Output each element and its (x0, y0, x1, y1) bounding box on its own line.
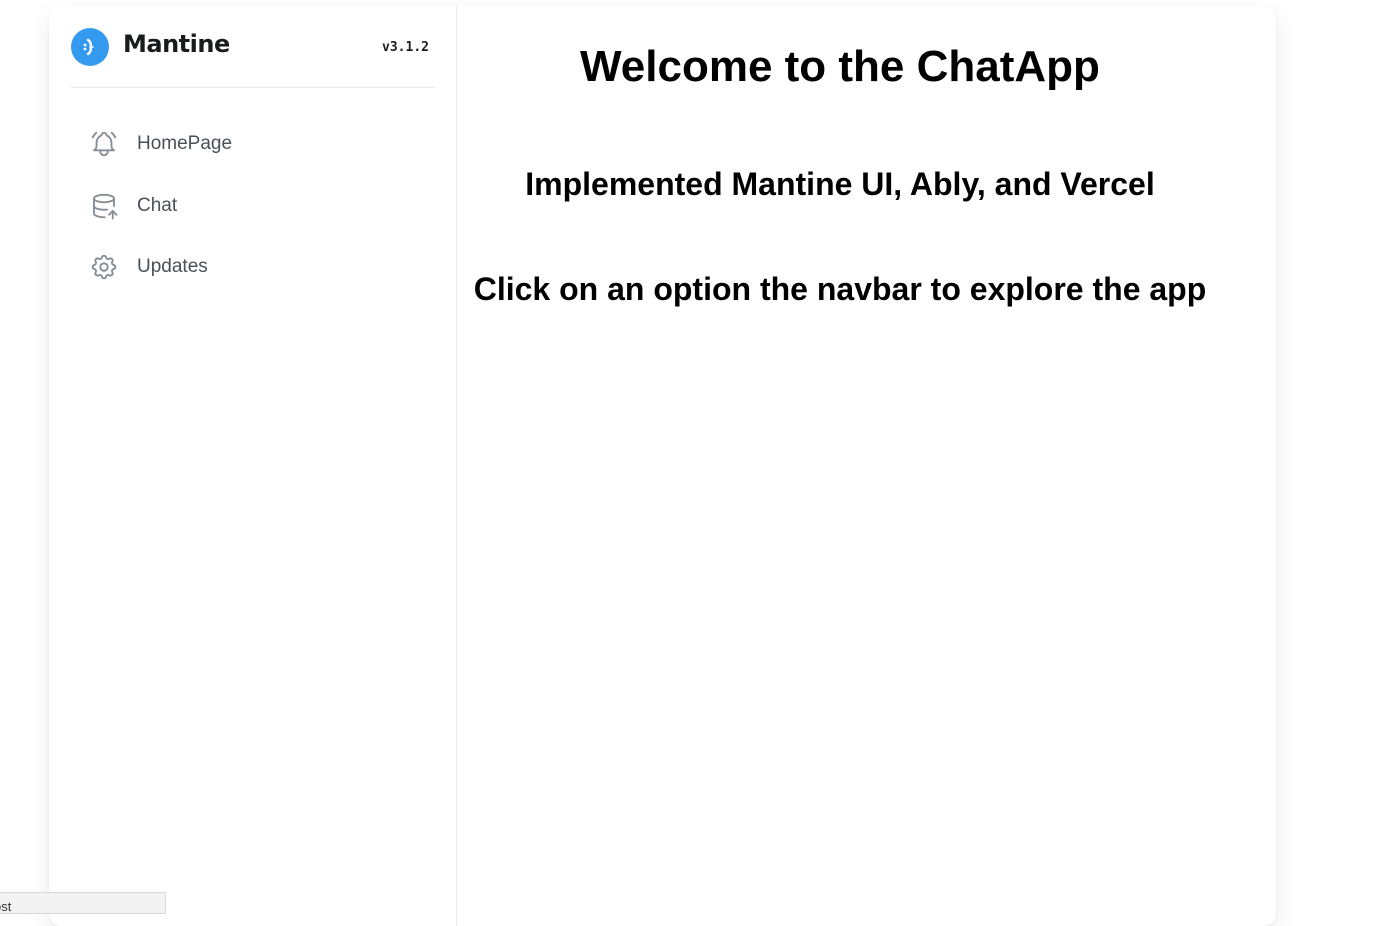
mantine-logo-icon[interactable] (71, 28, 109, 66)
status-text: ost (0, 899, 12, 914)
main-content: Welcome to the ChatApp Implemented Manti… (458, 6, 1276, 926)
nav-item-chat[interactable]: Chat (71, 183, 435, 229)
nav-item-updates[interactable]: Updates (71, 244, 435, 290)
settings-icon (89, 252, 119, 282)
link-status-tooltip: ost (0, 892, 166, 914)
database-import-icon (89, 191, 119, 221)
nav-item-homepage[interactable]: HomePage (71, 121, 435, 167)
nav-list: HomePage Chat Updates (71, 121, 435, 306)
app-shell: Mantine v3.1.2 HomePage Chat Updates Wel… (49, 6, 1276, 926)
navbar: Mantine v3.1.2 HomePage Chat Updates (49, 6, 457, 926)
page-title: Welcome to the ChatApp (580, 42, 1100, 91)
bell-ringing-icon (89, 129, 119, 159)
nav-item-label: Chat (137, 194, 178, 216)
page-instruction: Click on an option the navbar to explore… (473, 271, 1207, 307)
nav-item-label: HomePage (137, 133, 233, 154)
navbar-header: Mantine v3.1.2 (71, 6, 435, 88)
version-badge: v3.1.2 (382, 40, 429, 55)
nav-item-label: Updates (137, 256, 208, 277)
brand-name[interactable]: Mantine (123, 30, 230, 58)
page-subtitle: Implemented Mantine UI, Ably, and Vercel (525, 166, 1155, 202)
